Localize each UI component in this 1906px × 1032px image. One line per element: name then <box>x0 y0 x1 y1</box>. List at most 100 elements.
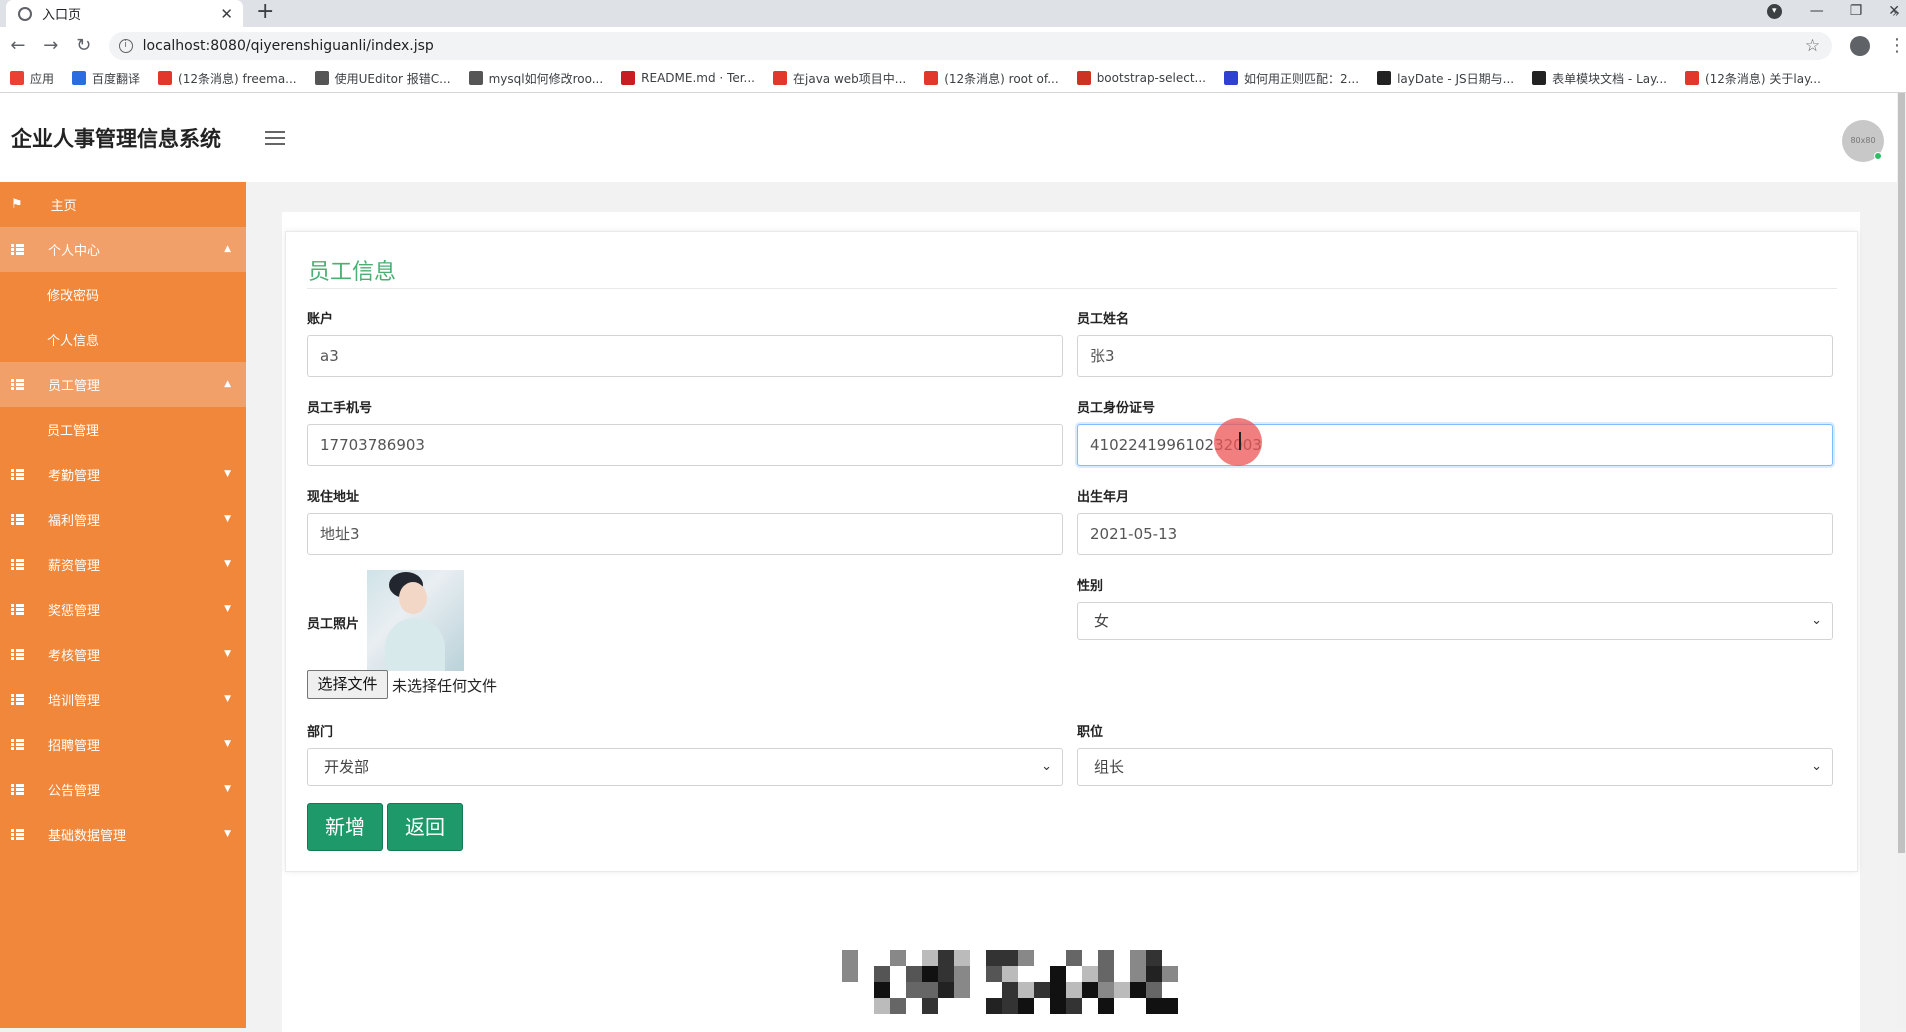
phone-input[interactable]: 17703786903 <box>307 424 1063 466</box>
browser-tab-bar: 入口页 ✕ + ▾ — ❐ ✕ <box>0 0 1906 27</box>
ueditor-icon <box>314 71 329 85</box>
list-icon <box>11 604 24 615</box>
bookmark-label: layDate - JS日期与... <box>1397 71 1515 86</box>
sidebar-item-training[interactable]: 培训管理 ▼ <box>0 677 246 722</box>
info-icon[interactable]: i <box>118 38 133 53</box>
account-label: 账户 <box>307 312 334 327</box>
bookmark-item[interactable]: (12条消息) freema... <box>158 70 297 87</box>
caret-up-icon: ▲ <box>224 379 231 389</box>
sidebar-subitem-change-password[interactable]: 修改密码 <box>0 272 246 317</box>
choose-file-button[interactable]: 选择文件 <box>307 670 388 699</box>
bookmark-star-icon[interactable]: ☆ <box>1805 36 1820 56</box>
back-button[interactable]: ← <box>3 35 33 56</box>
forward-button[interactable]: → <box>36 35 66 56</box>
globe-icon <box>18 6 32 21</box>
gender-label: 性别 <box>1077 579 1104 594</box>
back-button[interactable]: 返回 <box>387 803 463 851</box>
sidebar-item-announcements[interactable]: 公告管理 ▼ <box>0 767 246 812</box>
bookmarks-overflow-icon[interactable]: » <box>1892 6 1900 21</box>
add-button[interactable]: 新增 <box>307 803 383 851</box>
new-tab-button[interactable]: + <box>256 0 274 24</box>
gender-select[interactable]: 女 ⌄ <box>1077 602 1833 640</box>
account-input[interactable]: a3 <box>307 335 1063 377</box>
birth-date-input[interactable]: 2021-05-13 <box>1077 513 1833 555</box>
bookmark-item[interactable]: (12条消息) root of... <box>924 70 1059 87</box>
sidebar-subitem-personal-info[interactable]: 个人信息 <box>0 317 246 362</box>
address-label: 现住地址 <box>307 490 360 505</box>
layui-icon <box>1377 71 1392 85</box>
browser-tab[interactable]: 入口页 ✕ <box>6 0 243 27</box>
employee-name-input[interactable]: 张3 <box>1077 335 1833 377</box>
list-icon <box>11 739 24 750</box>
sidebar-subitem-employee-management[interactable]: 员工管理 <box>0 407 246 452</box>
sidebar-item-salary[interactable]: 薪资管理 ▼ <box>0 542 246 587</box>
avatar[interactable]: 80x80 <box>1842 120 1884 162</box>
translate-icon <box>72 71 87 85</box>
sidebar-item-welfare[interactable]: 福利管理 ▼ <box>0 497 246 542</box>
minimize-button[interactable]: — <box>1810 3 1824 19</box>
bookmark-item[interactable]: layDate - JS日期与... <box>1377 70 1514 87</box>
bookmark-label: bootstrap-select... <box>1096 71 1206 85</box>
sidebar-item-recruitment[interactable]: 招聘管理 ▼ <box>0 722 246 767</box>
profile-menu-icon[interactable]: ▾ <box>1766 3 1782 19</box>
bookmark-item[interactable]: (12条消息) 关于lay... <box>1684 70 1821 87</box>
bookmark-item[interactable]: 表单模块文档 - Lay... <box>1532 70 1667 87</box>
sidebar-item-personal-center[interactable]: 个人中心 ▲ <box>0 227 246 272</box>
sidebar-item-label: 薪资管理 <box>48 559 101 574</box>
position-label: 职位 <box>1077 725 1104 740</box>
sidebar-subitem-label: 员工管理 <box>47 424 100 439</box>
employee-photo <box>367 570 464 671</box>
phone-label: 员工手机号 <box>307 401 373 416</box>
bookmark-item[interactable]: mysql如何修改roo... <box>468 70 603 87</box>
bookmark-item[interactable]: 百度翻译 <box>72 70 140 87</box>
scrollbar-thumb[interactable] <box>1898 93 1905 853</box>
close-tab-icon[interactable]: ✕ <box>220 5 233 23</box>
bookmark-label: 在java web项目中... <box>793 71 907 86</box>
list-icon <box>11 829 24 840</box>
flag-icon: ⚑ <box>11 197 23 212</box>
id-card-input[interactable]: 410224199610232003 <box>1077 424 1833 466</box>
account-icon[interactable] <box>1850 35 1871 56</box>
restore-button[interactable]: ❐ <box>1850 3 1863 19</box>
id-card-label: 员工身份证号 <box>1077 401 1156 416</box>
bookmark-label: 应用 <box>30 71 55 86</box>
reload-button[interactable]: ↻ <box>69 35 99 56</box>
department-select[interactable]: 开发部 ⌄ <box>307 748 1063 786</box>
browser-menu-icon[interactable]: ⋮ <box>1888 35 1906 56</box>
bookmark-label: (12条消息) freema... <box>178 71 297 86</box>
address-input[interactable]: 地址3 <box>307 513 1063 555</box>
sidebar-item-label: 考勤管理 <box>48 469 101 484</box>
caret-up-icon: ▲ <box>224 244 231 254</box>
photo-label: 员工照片 <box>307 617 360 632</box>
sidebar-item-label: 培训管理 <box>48 694 101 709</box>
list-icon <box>11 379 24 390</box>
sidebar-item-employee-management[interactable]: 员工管理 ▲ <box>0 362 246 407</box>
sidebar: ⚑ 主页 个人中心 ▲ 修改密码 个人信息 员工管理 ▲ 员工管理 考勤管理 ▼… <box>0 182 246 1028</box>
address-bar[interactable]: i localhost:8080/qiyerenshiguanli/index.… <box>108 31 1833 60</box>
csdn-icon <box>1684 71 1699 85</box>
bookmark-item[interactable]: README.md · Ter... <box>621 71 755 85</box>
bookmark-item[interactable]: bootstrap-select... <box>1076 71 1206 85</box>
position-selected-value: 组长 <box>1094 758 1125 776</box>
position-select[interactable]: 组长 ⌄ <box>1077 748 1833 786</box>
sidebar-item-assessment[interactable]: 考核管理 ▼ <box>0 632 246 677</box>
department-selected-value: 开发部 <box>324 758 370 776</box>
sidebar-item-label: 奖惩管理 <box>48 604 101 619</box>
bookmark-item[interactable]: 在java web项目中... <box>773 70 906 87</box>
bookmark-label: 表单模块文档 - Lay... <box>1552 71 1667 86</box>
sidebar-item-rewards[interactable]: 奖惩管理 ▼ <box>0 587 246 632</box>
pixelated-logo <box>842 950 1188 1018</box>
bookmark-item[interactable]: 如何用正则匹配：2... <box>1223 70 1359 87</box>
url-text[interactable]: localhost:8080/qiyerenshiguanli/index.js… <box>143 38 434 54</box>
scrollbar[interactable] <box>1897 93 1906 1028</box>
bookmark-item[interactable]: 使用UEditor 报错C... <box>314 70 451 87</box>
bootstrap-icon <box>1076 71 1091 85</box>
sidebar-item-attendance[interactable]: 考勤管理 ▼ <box>0 452 246 497</box>
bookmark-label: (12条消息) 关于lay... <box>1704 71 1821 86</box>
menu-toggle-icon[interactable] <box>265 131 285 145</box>
sidebar-item-label: 主页 <box>50 199 77 214</box>
sidebar-item-basic-data[interactable]: 基础数据管理 ▼ <box>0 812 246 857</box>
text-cursor-icon <box>1239 432 1241 450</box>
sidebar-item-home[interactable]: ⚑ 主页 <box>0 182 246 227</box>
bookmark-item[interactable]: 应用 <box>10 70 54 87</box>
